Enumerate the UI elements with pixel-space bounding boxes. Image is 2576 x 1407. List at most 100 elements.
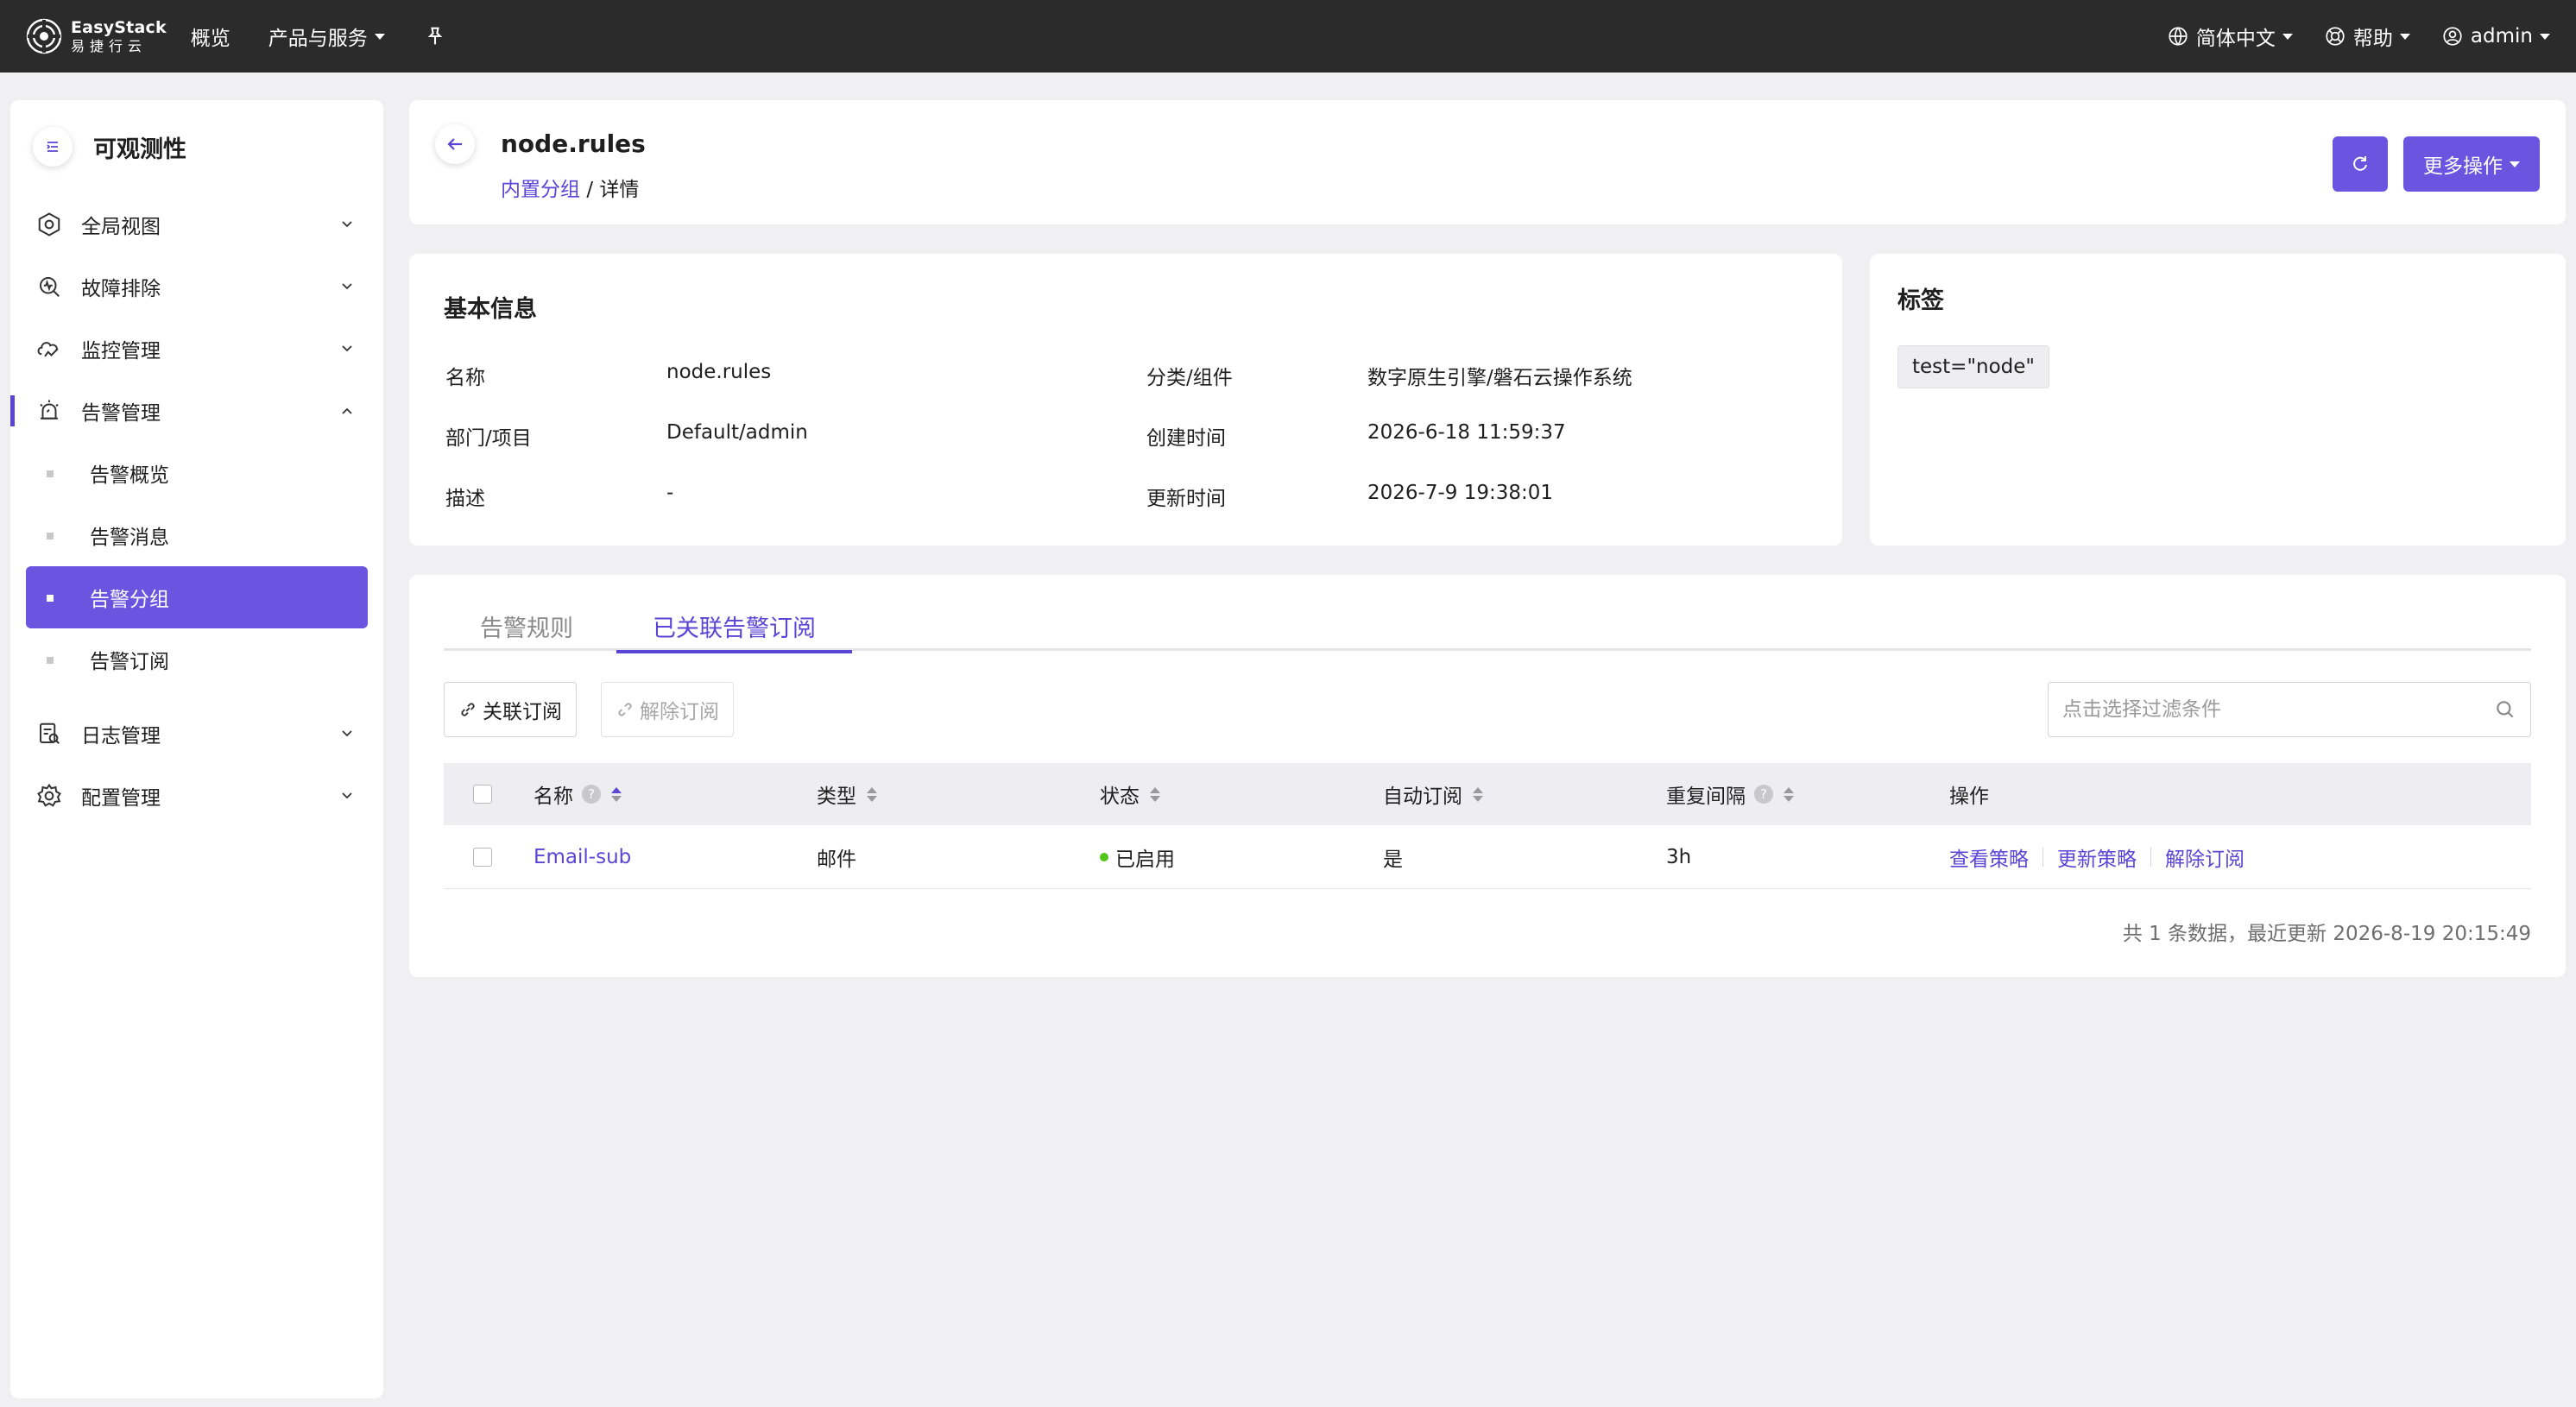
column-header-actions: 操作 bbox=[1949, 779, 1989, 809]
chevron-down-icon bbox=[342, 345, 352, 352]
unsubscribe-link[interactable]: 解除订阅 bbox=[2165, 842, 2245, 872]
pin-icon bbox=[427, 27, 443, 45]
column-header-name[interactable]: 名称 ? bbox=[534, 779, 622, 809]
subscription-name-link[interactable]: Email-sub bbox=[534, 846, 631, 868]
status-dot-icon bbox=[1100, 852, 1108, 861]
bullet-icon bbox=[47, 657, 54, 664]
subscriptions-card: 告警规则 已关联告警订阅 关联订阅 解除订阅 名称 ? 类型 状态 自动订阅 bbox=[409, 575, 2566, 977]
sidebar-item-config[interactable]: 配置管理 bbox=[10, 765, 383, 827]
tab-alarm-rules[interactable]: 告警规则 bbox=[480, 601, 573, 651]
tab-bar: 告警规则 已关联告警订阅 bbox=[444, 601, 2531, 653]
chevron-down-icon bbox=[2540, 33, 2550, 40]
nav-overview[interactable]: 概览 bbox=[191, 22, 230, 51]
search-icon[interactable] bbox=[2494, 698, 2516, 721]
help-question-icon[interactable]: ? bbox=[1754, 785, 1773, 804]
chevron-down-icon bbox=[342, 283, 352, 290]
sort-icon[interactable] bbox=[867, 786, 877, 802]
pin-button[interactable] bbox=[423, 24, 447, 48]
sort-icon[interactable] bbox=[1784, 786, 1794, 802]
field-value-name: node.rules bbox=[666, 361, 772, 383]
bullet-icon bbox=[47, 470, 54, 477]
detail-header: node.rules 内置分组 / 详情 更多操作 bbox=[409, 100, 2566, 224]
cell-type: 邮件 bbox=[817, 848, 856, 871]
basic-info-title: 基本信息 bbox=[444, 296, 537, 323]
page-title: node.rules bbox=[501, 129, 646, 158]
associate-subscription-button[interactable]: 关联订阅 bbox=[444, 682, 577, 737]
sidebar-item-label: 日志管理 bbox=[81, 725, 161, 748]
view-policy-link[interactable]: 查看策略 bbox=[1949, 842, 2029, 872]
table-row: Email-sub 邮件 已启用 是 3h 查看策略 更新策略 解除订阅 bbox=[444, 825, 2531, 889]
tag-chip: test="node" bbox=[1897, 345, 2049, 388]
more-actions-label: 更多操作 bbox=[2423, 155, 2503, 178]
help-label: 帮助 bbox=[2352, 28, 2393, 50]
sidebar-item-monitor[interactable]: 监控管理 bbox=[10, 318, 383, 380]
sidebar-subitem-label: 告警分组 bbox=[90, 589, 169, 611]
divider bbox=[2042, 847, 2043, 867]
nav-products-services[interactable]: 产品与服务 bbox=[268, 22, 385, 51]
breadcrumb-link-builtin-groups[interactable]: 内置分组 bbox=[501, 179, 580, 201]
select-all-checkbox[interactable] bbox=[473, 785, 492, 804]
column-header-repeat-interval[interactable]: 重复间隔 ? bbox=[1666, 779, 1794, 809]
sidebar-item-label: 监控管理 bbox=[81, 340, 161, 363]
sidebar-item-troubleshoot[interactable]: 故障排除 bbox=[10, 256, 383, 318]
sort-icon[interactable] bbox=[1150, 786, 1160, 802]
easystack-logo-icon bbox=[26, 18, 62, 54]
user-menu[interactable]: admin bbox=[2441, 25, 2550, 47]
cell-repeat-interval: 3h bbox=[1666, 845, 1692, 868]
chevron-up-icon bbox=[342, 407, 352, 414]
sidebar-item-label: 告警管理 bbox=[81, 402, 161, 425]
sidebar-item-alarm[interactable]: 告警管理 bbox=[10, 380, 383, 442]
sort-icon[interactable] bbox=[611, 786, 622, 802]
sidebar-subitem-alarm-messages[interactable]: 告警消息 bbox=[10, 504, 383, 566]
bullet-icon bbox=[47, 595, 54, 602]
sidebar-item-global-view[interactable]: 全局视图 bbox=[10, 193, 383, 256]
brand-logo[interactable]: EasyStack 易捷行云 bbox=[24, 16, 167, 56]
divider bbox=[2150, 847, 2151, 867]
top-bar: EasyStack 易捷行云 概览 产品与服务 简体中文 帮助 admin bbox=[0, 0, 2576, 73]
field-value-description: - bbox=[666, 482, 674, 504]
sidebar-item-label: 全局视图 bbox=[81, 216, 161, 238]
table-footer-summary: 共 1 条数据，最近更新 2026-8-19 20:15:49 bbox=[2122, 923, 2531, 945]
chevron-down-icon bbox=[2282, 33, 2293, 40]
nav-products-label: 产品与服务 bbox=[268, 28, 368, 50]
help-question-icon[interactable]: ? bbox=[582, 785, 601, 804]
filter-search-box[interactable] bbox=[2048, 682, 2531, 737]
back-button[interactable] bbox=[435, 124, 475, 164]
field-value-category: 数字原生引擎/磐石云操作系统 bbox=[1367, 367, 1632, 389]
row-checkbox[interactable] bbox=[473, 847, 492, 867]
bullet-icon bbox=[47, 533, 54, 539]
refresh-button[interactable] bbox=[2333, 136, 2388, 192]
more-actions-button[interactable]: 更多操作 bbox=[2403, 136, 2540, 192]
tab-linked-subscriptions[interactable]: 已关联告警订阅 bbox=[616, 601, 852, 653]
unsubscribe-button[interactable]: 解除订阅 bbox=[601, 682, 734, 737]
tags-title: 标签 bbox=[1897, 287, 1944, 314]
column-header-status[interactable]: 状态 bbox=[1100, 779, 1160, 809]
chevron-down-icon bbox=[342, 792, 352, 799]
column-header-auto-subscribe[interactable]: 自动订阅 bbox=[1383, 779, 1483, 809]
troubleshoot-icon bbox=[40, 277, 60, 297]
help-menu[interactable]: 帮助 bbox=[2324, 22, 2410, 51]
cell-status: 已启用 bbox=[1100, 842, 1175, 872]
sidebar-subitem-alarm-groups[interactable]: 告警分组 bbox=[26, 566, 368, 628]
link-icon bbox=[461, 703, 475, 716]
sidebar-collapse-button[interactable] bbox=[33, 127, 73, 167]
help-lifebuoy-icon bbox=[2326, 27, 2345, 46]
logo-text-cn: 易捷行云 bbox=[71, 37, 148, 54]
sidebar-item-logs[interactable]: 日志管理 bbox=[10, 703, 383, 765]
status-label: 已启用 bbox=[1115, 848, 1175, 871]
sidebar: 可观测性 全局视图 故障排除 监控管理 告警管理 告警概览 告警消息 告警分组 … bbox=[10, 100, 383, 1398]
field-value-project: Default/admin bbox=[666, 421, 808, 444]
update-policy-link[interactable]: 更新策略 bbox=[2057, 842, 2137, 872]
dashboard-icon bbox=[38, 212, 60, 237]
nav-overview-label: 概览 bbox=[190, 28, 230, 50]
language-select[interactable]: 简体中文 bbox=[2167, 22, 2293, 51]
chevron-down-icon bbox=[342, 221, 352, 228]
sidebar-subitem-alarm-subscriptions[interactable]: 告警订阅 bbox=[10, 628, 383, 691]
sort-icon[interactable] bbox=[1473, 786, 1483, 802]
filter-search-input[interactable] bbox=[2062, 698, 2494, 721]
sidebar-subitem-alarm-overview[interactable]: 告警概览 bbox=[10, 442, 383, 504]
logo-text-en: EasyStack bbox=[71, 17, 167, 37]
column-header-type[interactable]: 类型 bbox=[817, 779, 877, 809]
column-header-label: 操作 bbox=[1949, 786, 1989, 808]
sidebar-item-label: 故障排除 bbox=[81, 278, 161, 300]
